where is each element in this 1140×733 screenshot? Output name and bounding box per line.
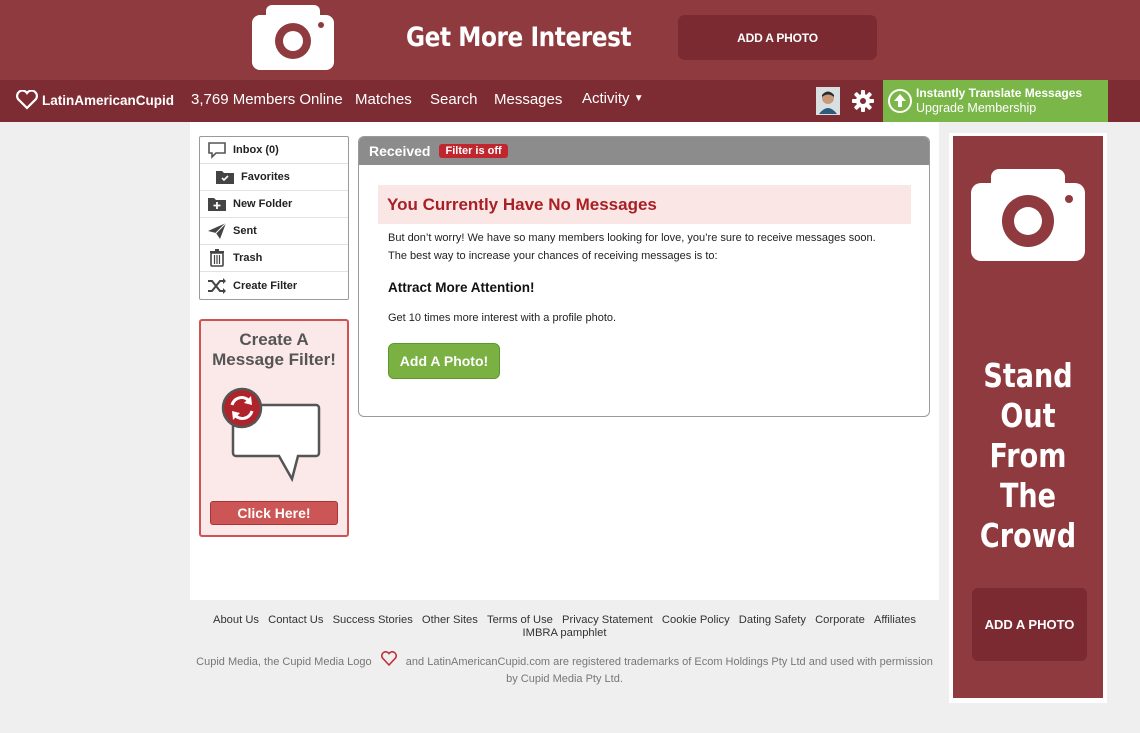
footer-link-contact[interactable]: Contact Us [268, 614, 323, 626]
folder-list: Inbox (0) Favorites New Folder Sent Tras… [199, 136, 349, 300]
footer-link-cookie[interactable]: Cookie Policy [662, 614, 730, 626]
side-ad-line1: Stand Out [983, 356, 1073, 435]
side-ad-line2: From The [989, 436, 1067, 515]
no-messages-heading: You Currently Have No Messages [378, 185, 911, 224]
folder-inbox[interactable]: Inbox (0) [200, 137, 348, 164]
nav-activity[interactable]: Activity ▼ [582, 90, 644, 107]
user-avatar-icon [817, 88, 839, 114]
upload-arrow-icon [888, 89, 912, 113]
side-ad[interactable]: Stand Out From The Crowd ADD A PHOTO [949, 133, 1107, 703]
tab-received[interactable]: Received [369, 143, 430, 159]
folder-favorites-label: Favorites [241, 171, 290, 183]
speech-bubble-refresh-icon [221, 387, 321, 483]
logo-text: LatinAmericanCupid [42, 92, 175, 108]
profile-photo-tip: Get 10 times more interest with a profil… [388, 312, 617, 324]
new-folder-icon [206, 195, 228, 213]
folder-sent-label: Sent [233, 225, 257, 237]
legal-part3: by Cupid Media Pty Ltd. [506, 673, 623, 685]
upgrade-membership-button[interactable]: Instantly Translate Messages Upgrade Mem… [883, 80, 1108, 122]
banner-headline: Get More Interest [406, 22, 632, 53]
site-logo[interactable]: LatinAmericanCupid [16, 90, 174, 110]
banner-add-photo-button[interactable]: ADD A PHOTO [678, 15, 877, 60]
upgrade-line2: Upgrade Membership [916, 101, 1037, 115]
footer-link-imbra[interactable]: IMBRA pamphlet [193, 627, 936, 640]
filter-promo-title-line1: Create A [239, 330, 309, 349]
folder-inbox-label: Inbox (0) [233, 144, 279, 156]
paper-plane-icon [206, 222, 228, 240]
shuffle-icon [206, 277, 228, 295]
cupid-heart-icon [380, 651, 397, 667]
footer-link-corporate[interactable]: Corporate [815, 614, 865, 626]
filter-status-badge[interactable]: Filter is off [439, 144, 508, 158]
add-photo-button[interactable]: Add A Photo! [388, 343, 500, 379]
nav-matches[interactable]: Matches [355, 91, 412, 108]
footer-link-about[interactable]: About Us [213, 614, 259, 626]
legal-part1: Cupid Media, the Cupid Media Logo [196, 656, 372, 668]
folder-new[interactable]: New Folder [200, 191, 348, 218]
folder-favorites[interactable]: Favorites [200, 164, 348, 191]
filter-promo-title-line2: Message Filter! [212, 350, 336, 369]
legal-part2: and LatinAmericanCupid.com are registere… [405, 656, 933, 668]
nav-activity-label: Activity [582, 90, 630, 107]
footer-link-dating-safety[interactable]: Dating Safety [739, 614, 806, 626]
folder-new-label: New Folder [233, 198, 293, 210]
folder-create-filter[interactable]: Create Filter [200, 272, 348, 299]
no-messages-text-1: But don’t worry! We have so many members… [388, 232, 876, 244]
folder-create-filter-label: Create Filter [233, 279, 298, 292]
inbox-icon [206, 141, 228, 159]
side-ad-line3: Crowd [979, 516, 1077, 555]
create-filter-promo[interactable]: Create A Message Filter! Click Here! [199, 319, 349, 537]
footer-link-success-stories[interactable]: Success Stories [333, 614, 413, 626]
footer-link-privacy[interactable]: Privacy Statement [562, 614, 653, 626]
upgrade-line1: Instantly Translate Messages [916, 86, 1083, 100]
filter-promo-title: Create A Message Filter! [201, 330, 347, 370]
side-ad-add-photo-button[interactable]: ADD A PHOTO [972, 588, 1087, 661]
footer-link-other-sites[interactable]: Other Sites [422, 614, 478, 626]
side-ad-inner: Stand Out From The Crowd ADD A PHOTO [953, 136, 1103, 698]
top-banner[interactable]: Get More Interest ADD A PHOTO [0, 0, 1140, 80]
footer-link-affiliates[interactable]: Affiliates [874, 614, 916, 626]
filter-promo-cta-button[interactable]: Click Here! [210, 501, 338, 525]
caret-down-icon: ▼ [633, 93, 644, 104]
favorites-folder-icon [214, 168, 236, 186]
nav-messages[interactable]: Messages [494, 91, 562, 108]
main-nav: LatinAmericanCupid 3,769 Members Online … [0, 80, 1140, 122]
folder-trash[interactable]: Trash [200, 245, 348, 272]
messages-panel: Received Filter is off You Currently Hav… [358, 136, 930, 417]
gear-icon[interactable] [851, 89, 875, 113]
members-online[interactable]: 3,769 Members Online [191, 91, 343, 108]
folder-trash-label: Trash [233, 252, 263, 264]
avatar[interactable] [816, 87, 840, 115]
side-ad-headline: Stand Out From The Crowd [967, 356, 1090, 556]
camera-icon [252, 5, 334, 70]
heart-logo-icon [16, 90, 38, 110]
attract-heading: Attract More Attention! [388, 280, 535, 295]
trash-icon [206, 249, 228, 267]
camera-icon [971, 169, 1085, 261]
folder-sent[interactable]: Sent [200, 218, 348, 245]
nav-search[interactable]: Search [430, 91, 478, 108]
footer-link-terms[interactable]: Terms of Use [487, 614, 553, 626]
panel-header: Received Filter is off [359, 137, 929, 165]
footer-links: About Us Contact Us Success Stories Othe… [190, 614, 939, 640]
no-messages-text-2: The best way to increase your chances of… [388, 250, 718, 262]
legal-notice: Cupid Media, the Cupid Media Logo and La… [190, 651, 939, 688]
